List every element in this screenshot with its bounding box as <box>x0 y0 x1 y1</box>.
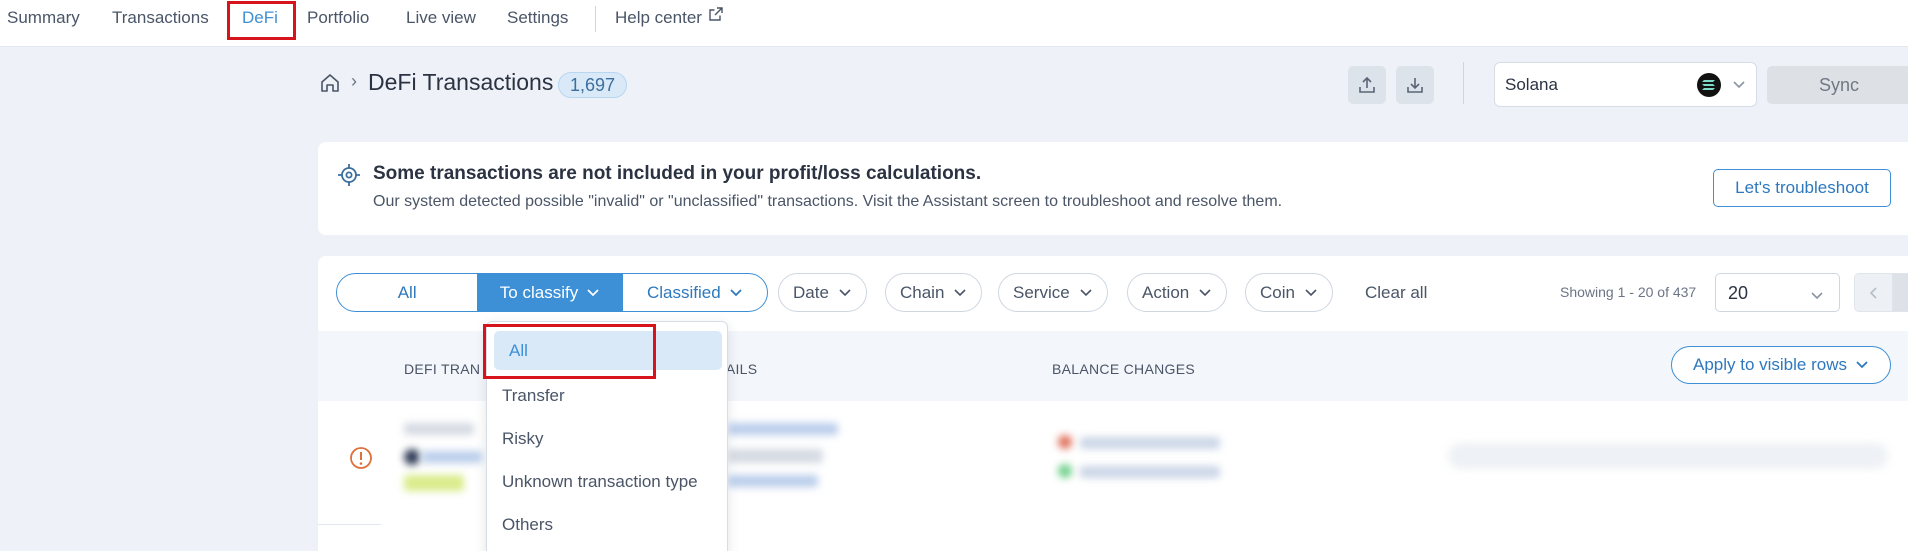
chain-select[interactable]: Solana <box>1494 62 1757 107</box>
header-divider <box>1463 62 1464 104</box>
segment-classified-label: Classified <box>646 282 721 302</box>
chevron-down-icon <box>587 288 599 296</box>
blurred-address <box>422 451 482 463</box>
filter-date-label: Date <box>793 282 829 302</box>
segment-to-classify-label: To classify <box>499 282 579 302</box>
next-page-button[interactable] <box>1892 273 1908 312</box>
apply-to-visible-rows-button[interactable]: Apply to visible rows <box>1671 346 1891 384</box>
blurred-in-dot <box>1058 464 1072 478</box>
filter-coin-label: Coin <box>1260 282 1295 302</box>
troubleshoot-button[interactable]: Let's troubleshoot <box>1713 169 1891 207</box>
breadcrumb-separator: › <box>351 71 357 91</box>
row-divider <box>318 524 381 525</box>
filter-action-label: Action <box>1142 282 1190 302</box>
import-button[interactable] <box>1396 66 1434 104</box>
chevron-down-icon <box>1811 292 1823 300</box>
blurred-actions <box>1448 443 1888 469</box>
home-icon[interactable] <box>319 72 341 99</box>
chevron-down-icon <box>839 288 851 296</box>
blurred-avatar <box>404 449 420 465</box>
dropdown-option-unknown-type[interactable]: Unknown transaction type <box>502 472 698 492</box>
external-link-icon <box>708 0 724 35</box>
alert-message: Our system detected possible "invalid" o… <box>373 193 1283 210</box>
segment-all[interactable]: All <box>337 274 479 311</box>
page-size-select[interactable]: 20 <box>1715 273 1840 312</box>
previous-page-button[interactable] <box>1854 273 1893 312</box>
filter-service-label: Service <box>1013 282 1070 302</box>
clear-all-filters-link[interactable]: Clear all <box>1365 283 1427 303</box>
filter-date[interactable]: Date <box>778 273 867 312</box>
filter-action[interactable]: Action <box>1127 273 1228 312</box>
apply-to-visible-rows-label: Apply to visible rows <box>1692 355 1847 374</box>
filter-chain[interactable]: Chain <box>885 273 983 312</box>
export-button[interactable] <box>1348 66 1386 104</box>
column-header-balance-changes: BALANCE CHANGES <box>1052 361 1195 377</box>
blurred-tag <box>404 475 464 491</box>
nav-settings[interactable]: Settings <box>507 0 568 36</box>
column-header-defi-transaction: DEFI TRAN <box>404 361 481 377</box>
nav-transactions[interactable]: Transactions <box>112 0 209 36</box>
chevron-down-icon <box>730 288 742 296</box>
alert-title: Some transactions are not included in yo… <box>373 163 982 184</box>
solana-icon <box>1697 73 1721 97</box>
blurred-balance-in <box>1080 466 1220 478</box>
top-navigation: Summary Transactions DeFi Portfolio Live… <box>0 0 1908 47</box>
chevron-down-icon <box>954 288 966 296</box>
blurred-detail <box>728 449 823 463</box>
blurred-link-2 <box>728 475 818 487</box>
target-icon <box>337 163 361 192</box>
dropdown-all-highlight-box <box>483 324 656 379</box>
dropdown-option-others[interactable]: Others <box>502 515 553 535</box>
blurred-out-dot <box>1058 435 1072 449</box>
upload-icon <box>1359 76 1375 93</box>
pagination-summary: Showing 1 - 20 of 437 <box>1560 284 1697 300</box>
segment-to-classify[interactable]: To classify <box>478 274 622 311</box>
chevron-right-icon <box>1905 286 1908 300</box>
nav-divider <box>595 6 596 32</box>
transaction-count-badge: 1,697 <box>558 72 628 98</box>
help-center-label: Help center <box>615 8 702 27</box>
dropdown-option-risky[interactable]: Risky <box>502 429 544 449</box>
chevron-down-icon <box>1733 81 1745 89</box>
nav-help-center[interactable]: Help center <box>615 0 724 36</box>
chevron-down-icon <box>1199 288 1211 296</box>
page-title: DeFi Transactions <box>368 69 554 95</box>
filter-chain-label: Chain <box>900 282 945 302</box>
dropdown-option-transfer[interactable]: Transfer <box>502 386 565 406</box>
chevron-down-icon <box>1856 361 1868 369</box>
nav-portfolio[interactable]: Portfolio <box>307 0 369 36</box>
blurred-date <box>404 423 474 435</box>
defi-highlight-box <box>227 1 296 40</box>
classification-segmented-control: All To classify Classified <box>336 273 768 312</box>
blurred-link <box>728 423 838 435</box>
sync-button[interactable]: Sync <box>1767 66 1908 104</box>
filter-service[interactable]: Service <box>998 273 1108 312</box>
blurred-balance-out <box>1080 437 1220 449</box>
chevron-down-icon <box>1080 288 1092 296</box>
nav-live-view[interactable]: Live view <box>406 0 476 36</box>
download-icon <box>1407 78 1423 93</box>
chevron-down-icon <box>1305 288 1317 296</box>
chain-select-value: Solana <box>1505 75 1558 94</box>
nav-summary[interactable]: Summary <box>7 0 80 36</box>
chevron-left-icon <box>1869 286 1877 299</box>
unclassified-alert: Some transactions are not included in yo… <box>318 142 1908 235</box>
filter-coin[interactable]: Coin <box>1245 273 1333 312</box>
segment-classified[interactable]: Classified <box>621 274 767 311</box>
page-size-value: 20 <box>1728 283 1749 303</box>
warning-icon <box>349 446 373 475</box>
